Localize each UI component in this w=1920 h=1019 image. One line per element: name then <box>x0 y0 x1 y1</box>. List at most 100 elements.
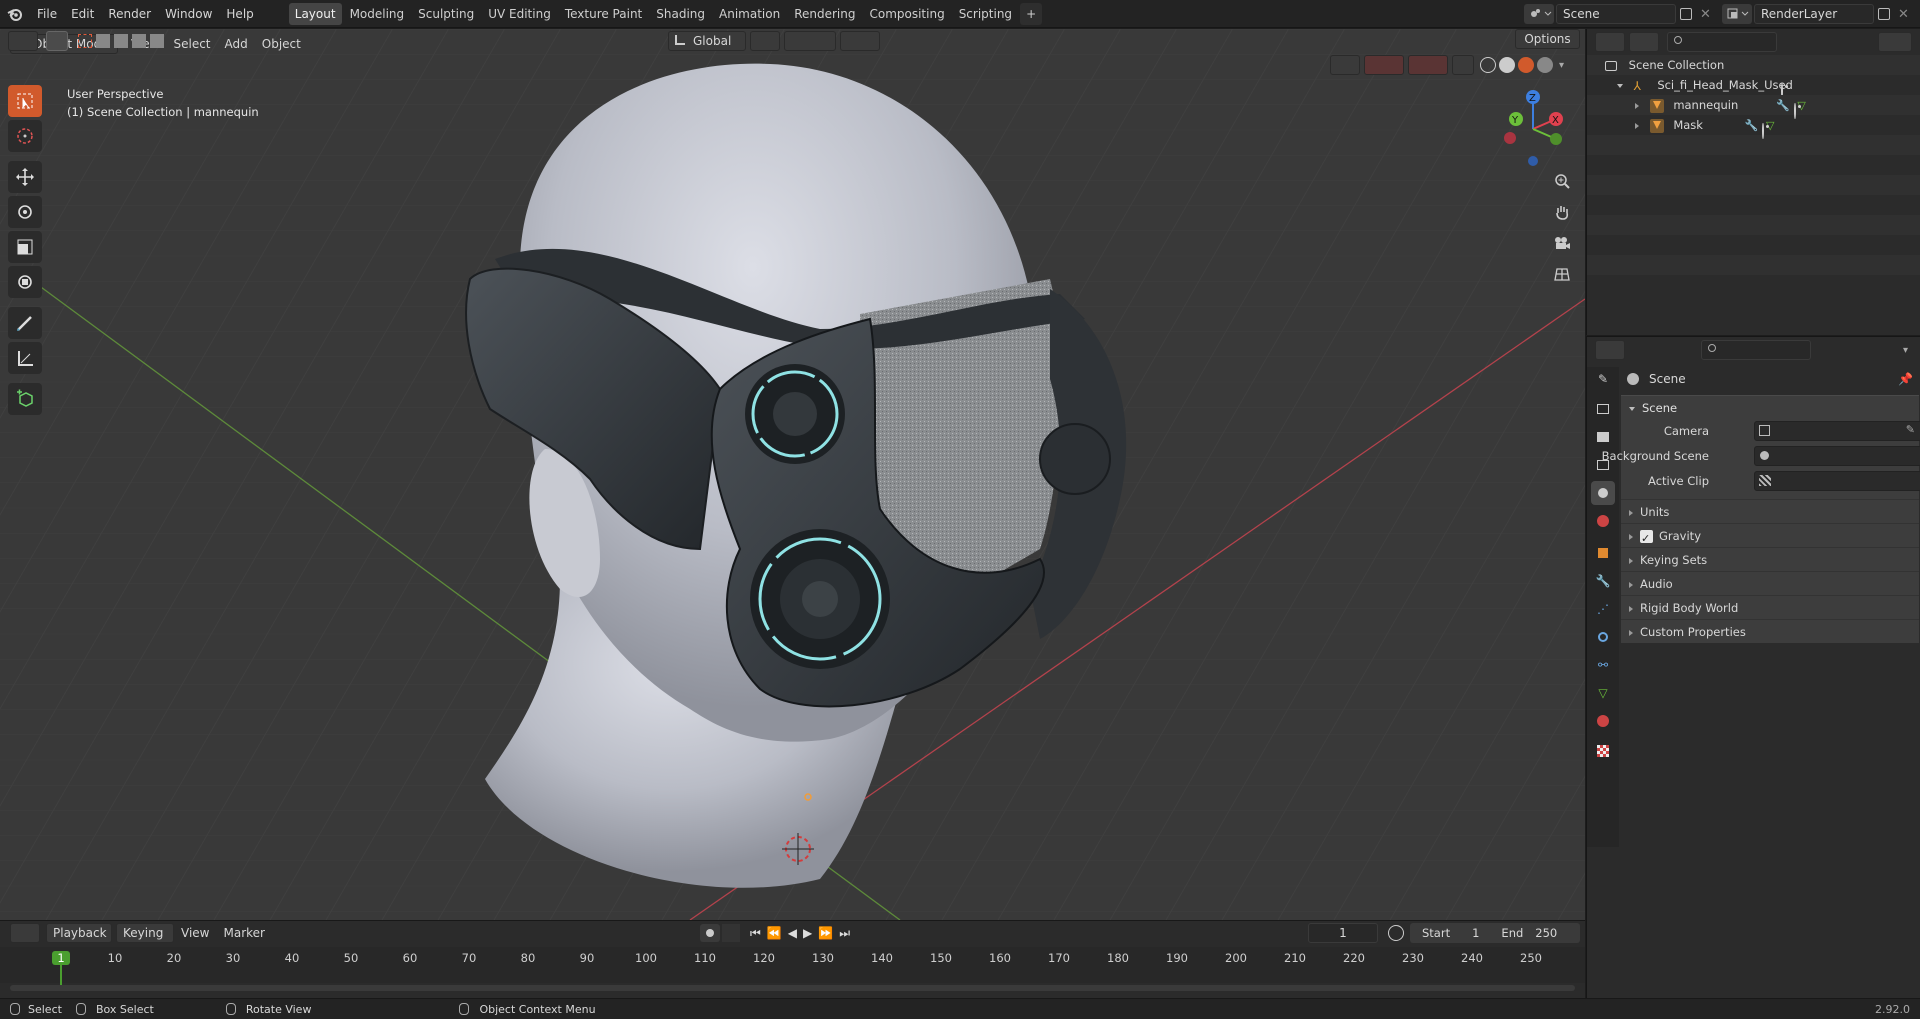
select-extend-icon[interactable] <box>96 34 110 48</box>
timeline-menu-marker[interactable]: Marker <box>216 919 271 947</box>
output-tab-icon[interactable] <box>1591 425 1615 449</box>
outliner-display-mode-icon[interactable] <box>1629 32 1659 52</box>
solid-shading-icon[interactable] <box>1499 57 1515 73</box>
shading-dropdown-chevron-icon[interactable]: ▾ <box>1559 60 1564 71</box>
modifier-wrench-icon[interactable]: 🔧 <box>1745 119 1759 132</box>
material-tab-icon[interactable] <box>1591 709 1615 733</box>
keying-dropdown[interactable]: Keying <box>116 923 174 943</box>
tab-texture-paint[interactable]: Texture Paint <box>559 3 648 25</box>
select-new-icon[interactable] <box>78 34 92 48</box>
next-keyframe-icon[interactable]: ⏩ <box>818 926 833 940</box>
snap-icon[interactable] <box>784 31 836 51</box>
outliner-search-input[interactable] <box>1667 32 1777 52</box>
properties-editor-type-icon[interactable] <box>1595 340 1625 360</box>
units-panel-header[interactable]: Units <box>1621 499 1919 523</box>
outliner-row-scene-collection[interactable]: Scene Collection <box>1587 55 1920 75</box>
active-clip-field[interactable] <box>1754 471 1920 491</box>
object-tab-icon[interactable] <box>1591 541 1615 565</box>
move-tool[interactable] <box>8 161 42 193</box>
expand-chevron-icon[interactable] <box>1635 102 1639 109</box>
perspective-grid-icon[interactable] <box>1549 261 1575 287</box>
select-invert-icon[interactable] <box>132 34 146 48</box>
outliner-row-collection[interactable]: ⅄ Sci_fi_Head_Mask_Used <box>1587 75 1920 99</box>
texture-tab-icon[interactable] <box>1591 739 1615 763</box>
proportional-edit-icon[interactable] <box>840 31 880 51</box>
outliner[interactable]: Scene Collection ⅄ Sci_fi_Head_Mask_Used… <box>1586 29 1920 335</box>
modifier-tab-icon[interactable]: 🔧 <box>1591 569 1615 593</box>
menu-window[interactable]: Window <box>158 0 219 28</box>
physics-tab-icon[interactable] <box>1591 625 1615 649</box>
tool-tab-icon[interactable]: ✎ <box>1591 367 1615 391</box>
scene-copy-icon[interactable] <box>1680 8 1692 20</box>
editor-type-icon[interactable] <box>8 31 38 51</box>
tab-scripting[interactable]: Scripting <box>953 3 1018 25</box>
select-box-tool[interactable] <box>8 85 42 117</box>
zoom-icon[interactable] <box>1549 168 1575 194</box>
rigid-body-world-panel-header[interactable]: Rigid Body World <box>1621 595 1919 619</box>
add-cube-tool[interactable] <box>8 383 42 415</box>
rendered-shading-icon[interactable] <box>1537 57 1553 73</box>
tab-modeling[interactable]: Modeling <box>344 3 411 25</box>
rotate-tool[interactable] <box>8 196 42 228</box>
annotate-tool[interactable] <box>8 307 42 339</box>
properties-options-chevron-icon[interactable]: ▾ <box>1903 345 1908 356</box>
play-icon[interactable]: ▶ <box>803 926 812 940</box>
playback-dropdown[interactable]: Playback <box>46 923 112 943</box>
camera-view-icon[interactable] <box>1549 230 1575 256</box>
gravity-checkbox[interactable]: ✓ <box>1640 530 1653 545</box>
particles-tab-icon[interactable]: ⋰ <box>1591 597 1615 621</box>
cursor-tool[interactable] <box>8 120 42 152</box>
viewport-scene[interactable] <box>0 29 1585 920</box>
outliner-editor-type-icon[interactable] <box>1595 32 1625 52</box>
gravity-panel-header[interactable]: ✓ Gravity <box>1621 523 1919 547</box>
viewport-menu-add[interactable]: Add <box>218 30 255 58</box>
tab-animation[interactable]: Animation <box>713 3 786 25</box>
blender-logo-icon[interactable] <box>0 0 30 28</box>
select-intersect-icon[interactable] <box>150 34 164 48</box>
orientation-gizmo[interactable]: Z X Y <box>1498 89 1568 169</box>
scene-tab-icon[interactable] <box>1591 481 1615 505</box>
data-tab-icon[interactable]: ▽ <box>1591 681 1615 705</box>
properties-search-input[interactable] <box>1701 340 1811 360</box>
world-tab-icon[interactable] <box>1591 509 1615 533</box>
options-button[interactable]: Options <box>1515 29 1580 49</box>
tab-compositing[interactable]: Compositing <box>863 3 950 25</box>
timeline-menu-view[interactable]: View <box>174 919 216 947</box>
scene-delete-icon[interactable]: ✕ <box>1700 7 1711 22</box>
timeline-scrollbar[interactable] <box>10 985 1575 991</box>
timeline-editor-type-icon[interactable] <box>10 923 40 943</box>
menu-help[interactable]: Help <box>219 0 260 28</box>
outliner-filter-icon[interactable] <box>1878 32 1912 52</box>
preview-range-clock-icon[interactable] <box>1388 925 1404 941</box>
xray-icon[interactable] <box>1452 55 1474 75</box>
menu-file[interactable]: File <box>30 0 64 28</box>
overlay-toggle-icon[interactable] <box>1408 55 1448 75</box>
current-frame-marker[interactable]: 1 <box>52 951 70 965</box>
pivot-point-icon[interactable] <box>750 31 780 51</box>
wireframe-shading-icon[interactable] <box>1480 57 1496 73</box>
outliner-row-mannequin[interactable]: mannequin 🔧 ▽ <box>1587 95 1920 119</box>
custom-properties-panel-header[interactable]: Custom Properties <box>1621 619 1919 643</box>
play-reverse-icon[interactable]: ◀ <box>788 926 797 940</box>
tab-layout[interactable]: Layout <box>288 2 342 25</box>
menu-render[interactable]: Render <box>101 0 158 28</box>
start-frame-value[interactable]: 1 <box>1472 926 1479 940</box>
select-mode-icon[interactable] <box>46 31 68 51</box>
audio-panel-header[interactable]: Audio <box>1621 571 1919 595</box>
visibility-icon[interactable] <box>1330 55 1360 75</box>
tab-rendering[interactable]: Rendering <box>788 3 861 25</box>
pin-icon[interactable]: 📌 <box>1898 372 1913 386</box>
view-layer-copy-icon[interactable] <box>1878 8 1890 20</box>
record-icon[interactable] <box>700 924 720 942</box>
expand-chevron-icon[interactable] <box>1635 122 1639 129</box>
auto-keying-options-icon[interactable] <box>722 924 740 942</box>
view-layer-field[interactable]: RenderLayer <box>1754 4 1874 24</box>
gizmo-toggle-icon[interactable] <box>1364 55 1404 75</box>
jump-start-icon[interactable]: ⏮ <box>750 926 761 941</box>
background-scene-field[interactable] <box>1754 446 1920 466</box>
current-frame-field[interactable]: 1 <box>1308 923 1378 943</box>
expand-chevron-icon[interactable] <box>1617 83 1623 88</box>
jump-end-icon[interactable]: ⏭ <box>839 926 850 941</box>
view-layer-delete-icon[interactable]: ✕ <box>1898 7 1909 22</box>
constraints-tab-icon[interactable]: ⚯ <box>1591 653 1615 677</box>
